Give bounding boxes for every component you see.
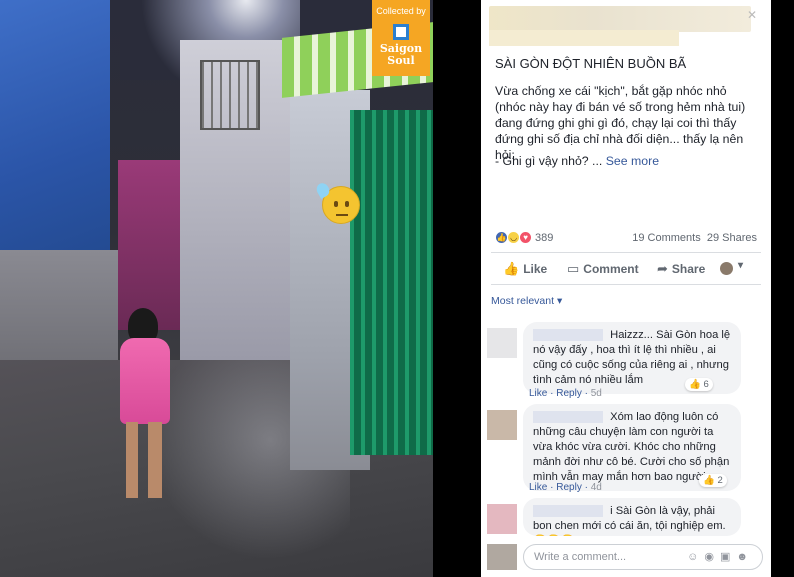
post-photo[interactable]: Collected by Saigon Soul [0, 0, 433, 577]
comment-button[interactable]: ▭ Comment [567, 261, 639, 277]
blue-tarp [0, 0, 110, 260]
comments-count[interactable]: 19 Comments [632, 232, 700, 244]
sort-dropdown[interactable]: Most relevant ▾ [491, 295, 562, 307]
emoji-mouth [336, 214, 348, 216]
like-reaction-icon: 👍 [495, 231, 508, 244]
comment-meta: Like · Reply · 5d [529, 388, 602, 399]
reaction-icons[interactable]: 👍 ◡ ♥ [495, 231, 533, 244]
action-bar: 👍 Like ▭ Comment ➦ Share ▾ [491, 258, 761, 280]
sad-reaction-icon: ◡ [507, 231, 521, 244]
write-comment-row: Write a comment... ☺◉▣☻ [487, 544, 765, 570]
comment-time[interactable]: 4d [591, 482, 602, 493]
caret-down-icon[interactable]: ▾ [738, 260, 743, 271]
post-question-text: - Ghi gì vậy nhỏ? ... [495, 154, 603, 168]
like-icon: 👍 [703, 475, 718, 486]
blurred-commenter-name[interactable] [533, 505, 603, 518]
options-icon[interactable]: ✕ [747, 8, 757, 22]
comment-reaction-count: 6 [703, 379, 709, 390]
post-title: SÀI GÒN ĐỘT NHIÊN BUỒN BÃ [495, 56, 687, 71]
sort-label: Most relevant [491, 295, 555, 307]
post-stats: 19 Comments 29 Shares [632, 232, 757, 244]
window-grille [200, 60, 260, 130]
sweat-emoji-icon [314, 180, 360, 224]
comment-tools: ☺◉▣☻ [687, 550, 754, 563]
avatar[interactable] [487, 504, 517, 534]
thumbs-up-icon: 👍 [503, 261, 520, 276]
blurred-commenter-name[interactable] [533, 411, 603, 424]
avatar[interactable] [487, 328, 517, 358]
like-sad-icons: 👍 [689, 379, 704, 390]
camera-icon[interactable]: ◉ [704, 551, 720, 563]
comment-label: Comment [583, 262, 639, 276]
write-comment-placeholder: Write a comment... [534, 551, 627, 563]
see-more-link[interactable]: See more [606, 154, 659, 168]
post-body: Vừa chống xe cái "kịch", bắt gặp nhóc nh… [495, 84, 746, 162]
saigon-soul-badge: Collected by Saigon Soul [372, 0, 430, 76]
comment-like-link[interactable]: Like [529, 482, 547, 493]
blurred-post-meta [489, 30, 679, 46]
divider [491, 252, 761, 253]
reaction-bar: 👍 ◡ ♥ 389 19 Comments 29 Shares [495, 231, 757, 247]
shares-count[interactable]: 29 Shares [707, 232, 757, 244]
comment-reply-link[interactable]: Reply [556, 482, 582, 493]
blurred-commenter-name[interactable] [533, 329, 603, 342]
comment-bubble: i Sài Gòn là vậy, phải bon chen mới có c… [523, 498, 741, 536]
comment-reactions[interactable]: 👍 6 [685, 378, 713, 391]
avatar[interactable] [487, 410, 517, 440]
comment-meta: Like · Reply · 4d [529, 482, 602, 493]
emoji-icon[interactable]: ☺ [687, 551, 704, 563]
actor-avatar[interactable] [720, 262, 733, 275]
girl-pink-dress [120, 338, 170, 424]
share-button[interactable]: ➦ Share [657, 261, 705, 277]
green-gate [350, 110, 433, 455]
emoji-eye [345, 201, 349, 207]
avatar [487, 544, 517, 570]
comment-reactions[interactable]: 👍 2 [699, 474, 727, 487]
share-label: Share [671, 262, 706, 276]
like-label: Like [523, 262, 548, 276]
badge-logo-icon [393, 24, 409, 40]
share-arrow-icon: ➦ [657, 261, 668, 276]
gif-icon[interactable]: ▣ [720, 551, 736, 563]
sort-caret-icon: ▾ [556, 295, 563, 307]
girl-legs [126, 422, 162, 498]
love-reaction-icon: ♥ [519, 231, 533, 244]
comment-reply-link[interactable]: Reply [556, 388, 582, 399]
speech-bubble-icon: ▭ [567, 261, 580, 276]
reaction-count[interactable]: 389 [535, 232, 553, 244]
post-question: - Ghi gì vậy nhỏ? ... See more [495, 154, 659, 168]
post-panel: ✕ SÀI GÒN ĐỘT NHIÊN BUỒN BÃ Vừa chống xe… [481, 0, 771, 577]
badge-brand-line2: Soul [387, 54, 415, 67]
right-margin [771, 0, 794, 577]
emoji-eye [334, 201, 338, 207]
comment-time[interactable]: 5d [591, 388, 602, 399]
divider [491, 284, 761, 285]
sticker-icon[interactable]: ☻ [736, 551, 754, 563]
badge-brand: Saigon Soul [372, 43, 430, 67]
like-button[interactable]: 👍 Like [503, 261, 547, 277]
blurred-page-name [489, 6, 751, 32]
badge-caption: Collected by [376, 6, 426, 16]
photo-viewer: Collected by Saigon Soul ✕ SÀI GÒN ĐỘT N… [0, 0, 794, 577]
comment-like-link[interactable]: Like [529, 388, 547, 399]
write-comment-input[interactable]: Write a comment... ☺◉▣☻ [523, 544, 763, 570]
comment-reaction-count: 2 [717, 475, 723, 486]
